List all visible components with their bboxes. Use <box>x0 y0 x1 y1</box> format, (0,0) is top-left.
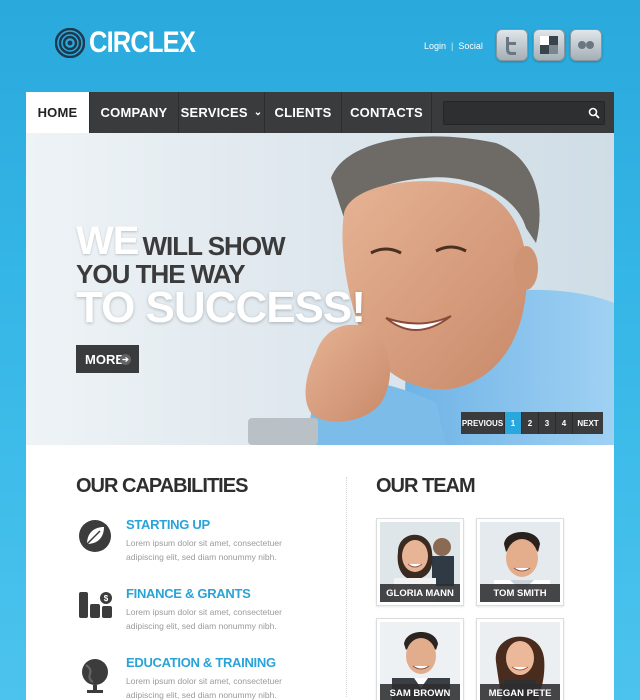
globe-icon <box>82 659 108 693</box>
capability-title[interactable]: FINANCE & GRANTS <box>126 586 251 601</box>
capability-text: Lorem ipsum dolor sit amet, consectetuer… <box>126 676 282 700</box>
more-button[interactable]: MORE ➔ <box>76 345 139 373</box>
nav-clients[interactable]: CLIENTS <box>265 92 342 133</box>
nav-home[interactable]: HOME <box>26 92 90 133</box>
brand-name: CIRCLEX <box>89 26 196 59</box>
content-area: OUR CAPABILITIES OUR TEAM STARTING UP Lo… <box>26 445 614 700</box>
twitter-icon <box>506 37 516 55</box>
team-member-card[interactable]: MEGAN PETE <box>476 618 564 700</box>
pager-page-4[interactable]: 4 <box>556 412 573 434</box>
chevron-down-icon: ⌄ <box>253 107 263 118</box>
capability-text: Lorem ipsum dolor sit amet, consectetuer… <box>126 538 282 562</box>
logo[interactable]: CIRCLEX <box>55 28 214 58</box>
flickr-icon <box>578 41 594 49</box>
nav-services-label: SERVICES <box>180 105 248 120</box>
pager-next[interactable]: NEXT <box>573 412 603 434</box>
social-link[interactable]: Social <box>458 41 483 51</box>
hero-we: WE <box>76 219 139 263</box>
slider-pager: PREVIOUS 1 2 3 4 NEXT <box>461 412 603 434</box>
hero-slider: WE WILL SHOW YOU THE WAY TO SUCCESS! MOR… <box>26 133 614 445</box>
nav-company-label: COMPANY <box>100 105 168 120</box>
pager-page-1[interactable]: 1 <box>505 412 522 434</box>
top-links: Login | Social <box>424 41 483 51</box>
search-input[interactable] <box>443 101 605 125</box>
search-icon[interactable] <box>588 107 600 119</box>
nav-contacts-label: CONTACTS <box>350 105 423 120</box>
nav-clients-label: CLIENTS <box>274 105 332 120</box>
team-member-name: TOM SMITH <box>480 584 560 602</box>
pager-page-2[interactable]: 2 <box>522 412 539 434</box>
leaf-icon <box>79 520 111 552</box>
hero-headline: WE WILL SHOW YOU THE WAY TO SUCCESS! <box>76 219 366 332</box>
delicious-icon <box>540 36 558 54</box>
twitter-button[interactable] <box>496 29 528 61</box>
team-title: OUR TEAM <box>376 475 476 497</box>
team-member-name: SAM BROWN <box>380 684 460 700</box>
team-member-card[interactable]: GLORIA MANN <box>376 518 464 606</box>
delicious-button[interactable] <box>533 29 565 61</box>
team-member-name: MEGAN PETE <box>480 684 560 700</box>
column-divider <box>346 477 347 697</box>
hero-will-show: WILL SHOW <box>142 231 285 261</box>
team-member-card[interactable]: TOM SMITH <box>476 518 564 606</box>
site-header: CIRCLEX Login | Social <box>0 0 640 90</box>
svg-text:$: $ <box>104 594 109 603</box>
capability-title[interactable]: EDUCATION & TRAINING <box>126 655 276 670</box>
nav-contacts[interactable]: CONTACTS <box>342 92 432 133</box>
hero-to-success: TO SUCCESS! <box>76 283 366 332</box>
capabilities-title: OUR CAPABILITIES <box>76 475 248 497</box>
capability-text: Lorem ipsum dolor sit amet, consectetuer… <box>126 607 282 631</box>
more-button-label: MORE <box>85 351 124 367</box>
circle-logo-icon <box>55 28 85 58</box>
nav-home-label: HOME <box>37 105 78 120</box>
coins-icon: $ <box>79 592 112 618</box>
pager-page-3[interactable]: 3 <box>539 412 556 434</box>
login-link[interactable]: Login <box>424 41 446 51</box>
team-member-card[interactable]: SAM BROWN <box>376 618 464 700</box>
flickr-button[interactable] <box>570 29 602 61</box>
pager-previous[interactable]: PREVIOUS <box>461 412 505 434</box>
arrow-right-icon: ➔ <box>120 354 131 365</box>
nav-company[interactable]: COMPANY <box>90 92 179 133</box>
top-links-separator: | <box>451 41 454 51</box>
capability-title[interactable]: STARTING UP <box>126 517 210 532</box>
team-member-name: GLORIA MANN <box>380 584 460 602</box>
nav-services[interactable]: SERVICES ⌄ <box>179 92 265 133</box>
